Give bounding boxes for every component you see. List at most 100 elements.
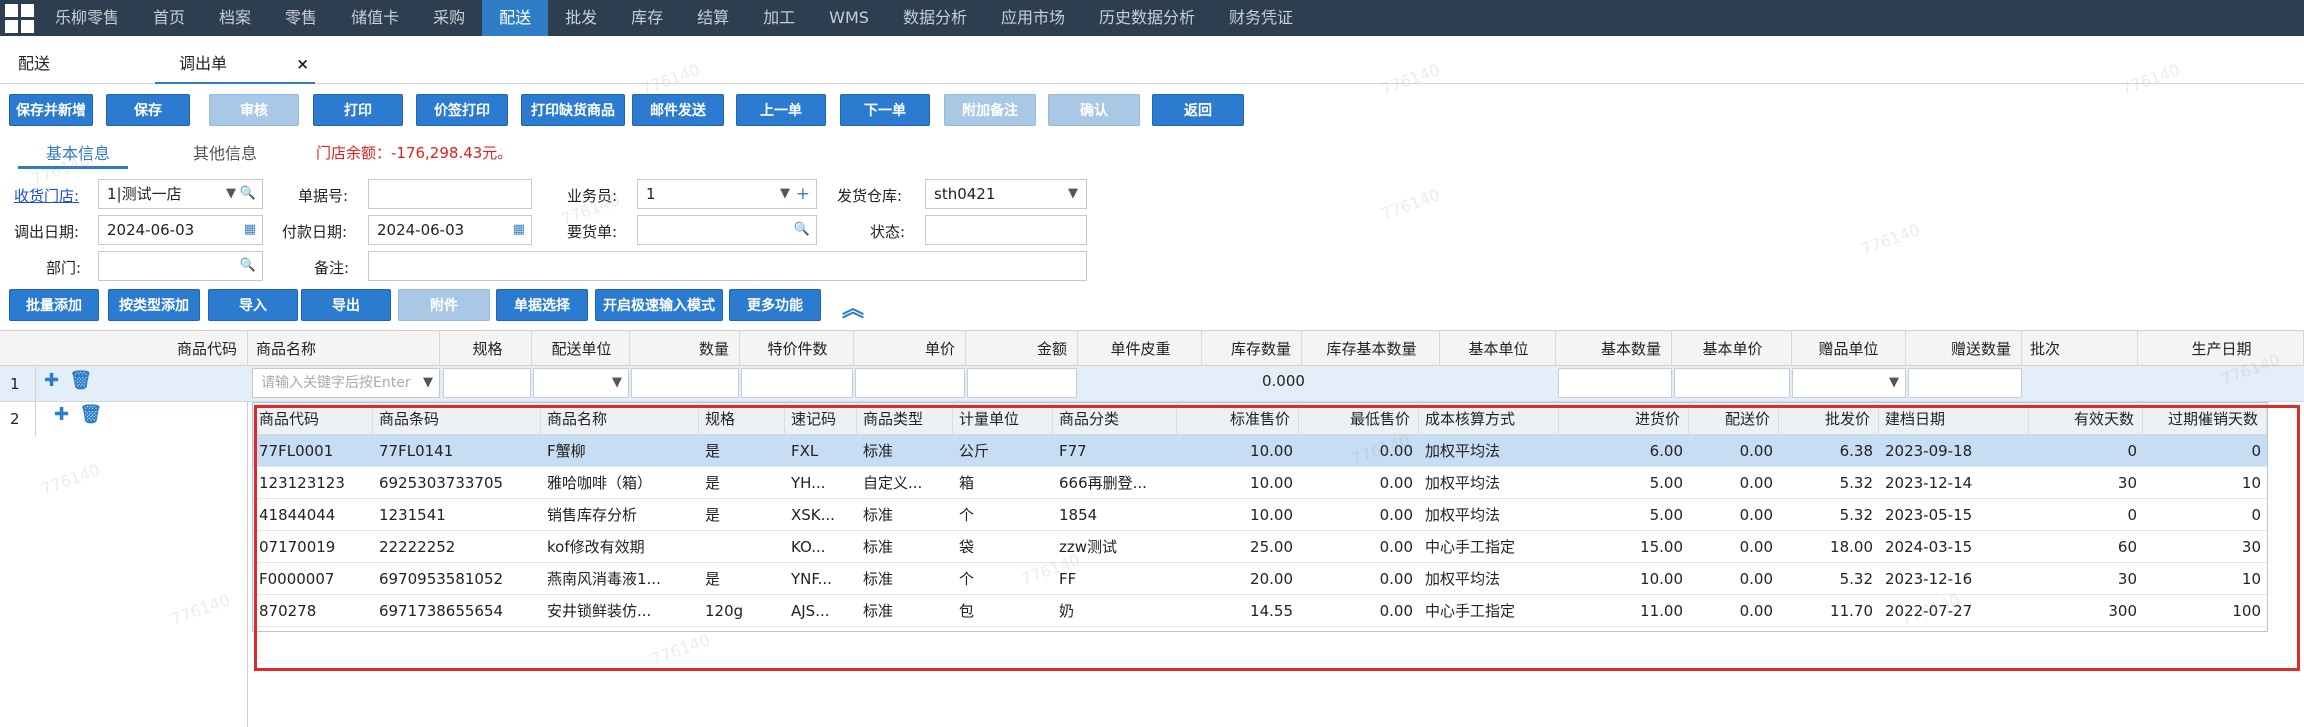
nav-item[interactable]: WMS [812,0,886,36]
amount-cell[interactable] [967,368,1077,398]
attach-button[interactable]: 附件 [398,289,490,321]
tab-distribution[interactable]: 配送 [18,44,50,84]
grid-header-cell[interactable]: 库存数量 [1204,331,1302,367]
grid-header-cell[interactable]: 数量 [632,331,740,367]
confirm-button[interactable]: 确认 [1048,94,1140,126]
nav-item[interactable]: 数据分析 [886,0,984,36]
add-row-icon[interactable]: ✚ [44,370,59,391]
import-button[interactable]: 导入 [208,289,298,321]
tab-bar: 配送 调出单 × [0,44,2304,84]
doc-select-button[interactable]: 单据选择 [496,289,588,321]
search-icon[interactable]: 🔍 [240,252,256,280]
row-number: 2 [0,402,36,436]
grid-header-cell[interactable]: 配送单位 [534,331,630,367]
print-missing-button[interactable]: 打印缺货商品 [521,94,625,126]
trash-icon[interactable]: 🗑 [79,404,102,425]
batch-add-button[interactable]: 批量添加 [9,289,99,321]
grid-header-cell[interactable]: 赠品单位 [1792,331,1906,367]
prev-doc-button[interactable]: 上一单 [736,94,826,126]
unit-select[interactable]: ▼ [533,368,629,398]
more-functions-button[interactable]: 更多功能 [729,289,821,321]
nav-item[interactable]: 配送 [482,0,549,36]
request-field[interactable]: 🔍 [637,215,817,245]
gift-qty-cell[interactable] [1908,368,2022,398]
grid-header-cell[interactable]: 基本数量 [1558,331,1672,367]
price-print-button[interactable]: 价签打印 [416,94,508,126]
chevron-down-icon[interactable]: ▼ [780,180,790,208]
add-note-button[interactable]: 附加备注 [944,94,1036,126]
dept-field[interactable]: 🔍 [98,251,263,281]
price-cell[interactable] [855,368,965,398]
print-button[interactable]: 打印 [313,94,403,126]
add-row-icon[interactable]: ✚ [54,404,69,425]
tab-transfer-out[interactable]: 调出单 × [155,44,315,84]
close-icon[interactable]: × [296,44,309,84]
nav-item[interactable]: 批发 [548,0,614,36]
chevron-down-icon[interactable]: ▼ [419,369,433,397]
mail-send-button[interactable]: 邮件发送 [632,94,724,126]
grid-header-cell[interactable]: 赠送数量 [1908,331,2022,367]
nav-item[interactable]: 采购 [416,0,482,36]
chevron-down-icon[interactable]: ▼ [612,375,622,390]
nav-item[interactable]: 加工 [746,0,812,36]
staff-field[interactable]: 1 ▼ + [637,179,817,209]
nav-item[interactable]: 历史数据分析 [1082,0,1212,36]
trash-icon[interactable]: 🗑 [69,370,92,391]
chevron-down-icon[interactable]: ▼ [226,180,236,208]
type-add-button[interactable]: 按类型添加 [108,289,200,321]
watermark: 776140 [1858,220,1923,259]
next-doc-button[interactable]: 下一单 [840,94,930,126]
qty-cell[interactable] [631,368,739,398]
grid-header-cell[interactable]: 商品名称 [250,331,440,367]
product-search-input[interactable]: 请输入关键字后按Enter ▼ [252,368,440,398]
remark-field[interactable] [368,251,1087,281]
nav-item[interactable]: 结算 [680,0,746,36]
spec-cell[interactable] [443,368,531,398]
base-qty-cell[interactable] [1558,368,1672,398]
store-label[interactable]: 收货门店: [14,185,79,206]
gift-unit-select[interactable]: ▼ [1792,368,1906,398]
grid-header-cell[interactable]: 商品代码 [112,331,248,367]
calendar-icon[interactable]: ▦ [513,216,525,244]
nav-item[interactable]: 库存 [614,0,680,36]
calendar-icon[interactable]: ▦ [244,216,256,244]
grid-header-cell[interactable]: 批次 [2024,331,2138,367]
date-field[interactable]: 2024-06-03 ▦ [98,215,263,245]
nav-item[interactable]: 乐柳零售 [38,0,136,36]
grid-header-cell[interactable]: 单价 [856,331,966,367]
grid-header-cell[interactable]: 规格 [444,331,532,367]
subtab-other[interactable]: 其他信息 [193,140,257,164]
grid-header-cell[interactable]: 库存基本数量 [1304,331,1440,367]
export-button[interactable]: 导出 [301,289,391,321]
nav-item[interactable]: 应用市场 [984,0,1082,36]
grid-header: 商品代码 商品名称 规格 配送单位 数量 特价件数 单价 金额 单件皮重 库存数量 库存基本数量 基本… [0,330,2304,367]
docno-field[interactable] [368,179,532,209]
plus-icon[interactable]: + [796,180,810,208]
save-new-button[interactable]: 保存并新增 [9,94,93,126]
fast-input-button[interactable]: 开启极速输入模式 [595,289,723,321]
special-qty-cell[interactable] [741,368,853,398]
nav-item[interactable]: 首页 [136,0,202,36]
nav-item[interactable]: 档案 [202,0,268,36]
store-field[interactable]: 1|测试一店 ▼ 🔍 [98,179,263,209]
grid-menu-icon[interactable] [0,0,38,36]
paydate-field[interactable]: 2024-06-03 ▦ [368,215,532,245]
search-icon[interactable]: 🔍 [794,216,810,244]
grid-header-cell[interactable]: 基本单位 [1442,331,1556,367]
collapse-up-icon[interactable]: ︽ [842,291,864,323]
grid-header-cell[interactable]: 单件皮重 [1080,331,1202,367]
back-button[interactable]: 返回 [1152,94,1244,126]
nav-item[interactable]: 零售 [268,0,334,36]
audit-button[interactable]: 审核 [209,94,299,126]
chevron-down-icon[interactable]: ▼ [1889,375,1899,390]
grid-header-cell[interactable]: 金额 [968,331,1078,367]
nav-item[interactable]: 储值卡 [334,0,416,36]
search-icon[interactable]: 🔍 [240,180,256,208]
warehouse-field[interactable]: sth0421 ▼ [925,179,1087,209]
grid-header-cell[interactable]: 基本单价 [1674,331,1792,367]
chevron-down-icon[interactable]: ▼ [1068,180,1078,208]
grid-header-cell[interactable]: 特价件数 [742,331,854,367]
save-button[interactable]: 保存 [106,94,190,126]
base-price-cell[interactable] [1674,368,1790,398]
nav-item[interactable]: 财务凭证 [1212,0,1310,36]
